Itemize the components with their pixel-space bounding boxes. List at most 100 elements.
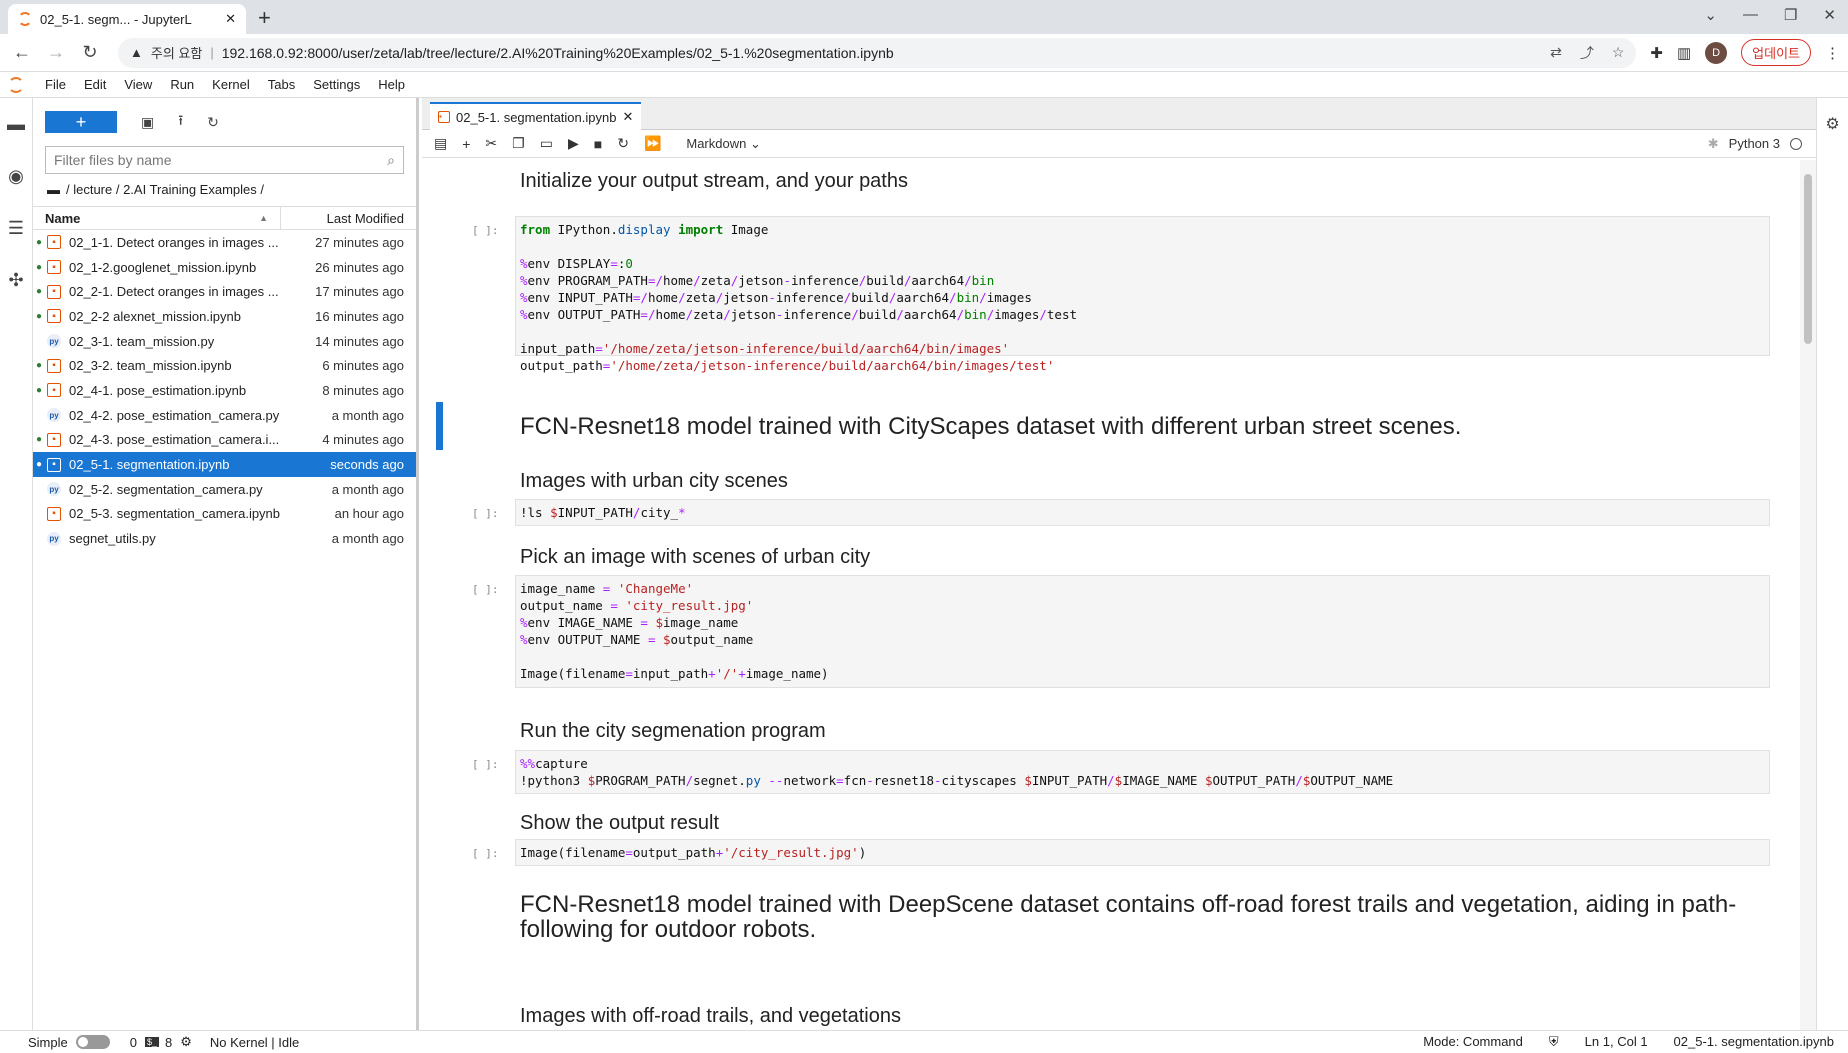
minimize-icon[interactable]: — xyxy=(1743,6,1758,24)
markdown-cell[interactable]: Pick an image with scenes of urban city xyxy=(520,546,870,569)
tab-search-icon[interactable]: ⌄ xyxy=(1704,6,1717,24)
maximize-icon[interactable]: ❐ xyxy=(1784,6,1797,24)
simple-mode-toggle[interactable] xyxy=(75,1035,110,1049)
menu-run[interactable]: Run xyxy=(161,77,203,92)
markdown-heading-cell[interactable]: FCN-Resnet18 model trained with CityScap… xyxy=(520,414,1461,439)
notebook-scrollbar[interactable] xyxy=(1800,160,1816,1030)
stop-icon[interactable]: ■ xyxy=(594,136,602,152)
security-label: 주의 요함 xyxy=(150,46,203,61)
markdown-cell[interactable]: Images with off-road trails, and vegetat… xyxy=(520,1005,901,1028)
share-icon[interactable]: ⤴ xyxy=(1580,43,1594,63)
add-cell-icon[interactable]: + xyxy=(462,136,470,152)
file-row[interactable]: ● ▪ 02_5-1. segmentation.ipynb seconds ago xyxy=(33,452,416,477)
address-bar[interactable]: ▲ 주의 요함 | 192.168.0.92:8000/user/zeta/la… xyxy=(118,37,1637,68)
file-row[interactable]: ● ▪ 02_2-1. Detect oranges in images ... 17… xyxy=(33,279,416,304)
cut-icon[interactable]: ✂ xyxy=(485,135,497,152)
cell-type-select[interactable]: Markdown ⌄ xyxy=(686,136,761,152)
menu-help[interactable]: Help xyxy=(369,77,414,92)
trust-shield-icon[interactable]: ⛨ xyxy=(1549,1034,1559,1050)
file-row[interactable]: ● ▪ 02_2-2 alexnet_mission.ipynb 16 minutes… xyxy=(33,304,416,329)
toc-icon[interactable]: ☰ xyxy=(0,202,32,254)
running-count-b[interactable]: 8 xyxy=(165,1035,172,1050)
code-cell[interactable]: %%capture !python3 $PROGRAM_PATH/segnet.… xyxy=(515,750,1770,794)
code-cell[interactable]: from IPython.display import Image %env D… xyxy=(515,216,1770,373)
close-window-icon[interactable]: ✕ xyxy=(1823,6,1836,24)
menu-file[interactable]: File xyxy=(36,77,75,92)
close-tab-icon[interactable]: ✕ xyxy=(622,109,633,125)
menu-kernel[interactable]: Kernel xyxy=(203,77,259,92)
file-row[interactable]: ● ▪ 02_4-1. pose_estimation.ipynb 8 minutes… xyxy=(33,378,416,403)
code-cell[interactable]: !ls $INPUT_PATH/city_* xyxy=(515,499,1770,526)
menu-tabs[interactable]: Tabs xyxy=(259,77,304,92)
markdown-cell[interactable]: Images with urban city scenes xyxy=(520,470,788,493)
python-file-icon: py xyxy=(47,408,61,423)
run-icon[interactable]: ▶ xyxy=(568,135,579,152)
fast-forward-icon[interactable]: ⏩ xyxy=(644,135,661,152)
markdown-cell[interactable]: Run the city segmenation program xyxy=(520,720,826,743)
markdown-cell[interactable]: Initialize your output stream, and your … xyxy=(520,170,908,193)
running-kernels-icon[interactable]: ◉ xyxy=(0,150,32,202)
markdown-cell[interactable]: Show the output result xyxy=(520,812,719,835)
file-row[interactable]: ▪ 02_5-3. segmentation_camera.ipynb an hou… xyxy=(33,502,416,527)
menu-settings[interactable]: Settings xyxy=(304,77,369,92)
notebook-cells[interactable]: Initialize your output stream, and your … xyxy=(422,160,1800,1030)
profile-avatar[interactable]: D xyxy=(1705,41,1728,64)
markdown-heading-cell[interactable]: FCN-Resnet18 model trained with DeepScen… xyxy=(520,892,1760,943)
extensions-icon[interactable]: ✚ xyxy=(1650,44,1663,62)
breadcrumb-path[interactable]: / lecture / 2.AI Training Examples / xyxy=(66,182,264,197)
file-row[interactable]: ● ▪ 02_4-3. pose_estimation_camera.i... 4 m… xyxy=(33,428,416,453)
restart-icon[interactable]: ↻ xyxy=(617,135,629,152)
new-tab-button[interactable]: + xyxy=(258,5,271,31)
reload-icon[interactable]: ↻ xyxy=(76,42,104,63)
new-folder-icon[interactable]: ▣ xyxy=(141,114,154,131)
extension-puzzle-icon[interactable]: ✣ xyxy=(0,254,32,306)
code-cell[interactable]: image_name = 'ChangeMe' output_name = 'c… xyxy=(515,575,1770,688)
browser-tab[interactable]: 02_5-1. segm... - JupyterL ✕ xyxy=(8,4,246,34)
menu-view[interactable]: View xyxy=(115,77,161,92)
cell-prompt: [ ]: xyxy=(472,847,499,860)
property-inspector-gear-icon[interactable]: ⚙ xyxy=(1817,114,1848,134)
folder-icon[interactable]: ▬ xyxy=(0,98,32,150)
left-activity-bar: ▬ ◉ ☰ ✣ xyxy=(0,98,33,1030)
file-row[interactable]: py 02_3-1. team_mission.py 14 minutes ago xyxy=(33,329,416,354)
running-count-a[interactable]: 0 xyxy=(130,1035,137,1050)
new-launcher-button[interactable]: + xyxy=(45,111,117,133)
browser-menu-icon[interactable]: ⋮ xyxy=(1825,44,1840,62)
file-row[interactable]: py 02_4-2. pose_estimation_camera.py a mon… xyxy=(33,403,416,428)
status-right: Mode: Command ⛨ Ln 1, Col 1 02_5-1. segm… xyxy=(1423,1034,1848,1050)
refresh-icon[interactable]: ↻ xyxy=(207,114,219,131)
folder-icon[interactable]: ▬ xyxy=(47,182,60,197)
file-modified: 16 minutes ago xyxy=(315,308,404,324)
code-cell[interactable]: Image(filename=output_path+'/city_result… xyxy=(515,839,1770,866)
translate-icon[interactable]: ⇄ xyxy=(1550,44,1562,61)
kernel-status[interactable]: No Kernel | Idle xyxy=(210,1035,299,1050)
url-text[interactable]: 192.168.0.92:8000/user/zeta/lab/tree/lec… xyxy=(222,45,1532,61)
kernel-indicator[interactable]: ✱ Python 3 xyxy=(1708,136,1816,152)
bug-icon[interactable]: ✱ xyxy=(1708,136,1719,152)
side-panel-icon[interactable]: ▥ xyxy=(1677,44,1691,62)
file-row[interactable]: ● ▪ 02_1-2.googlenet_mission.ipynb 26 minut… xyxy=(33,255,416,280)
menu-edit[interactable]: Edit xyxy=(75,77,115,92)
cursor-position[interactable]: Ln 1, Col 1 xyxy=(1585,1034,1648,1050)
update-button[interactable]: 업데이트 xyxy=(1741,39,1811,66)
upload-icon[interactable]: ⭱ xyxy=(178,110,183,134)
column-name-header[interactable]: Name ▲ xyxy=(33,207,281,229)
file-row[interactable]: py segnet_utils.py a month ago xyxy=(33,526,416,551)
paste-icon[interactable]: ▭ xyxy=(540,135,553,152)
notebook-tab[interactable]: ▪ 02_5-1. segmentation.ipynb ✕ xyxy=(430,102,642,130)
kernel-gear-icon: ⚙ xyxy=(180,1034,192,1049)
file-row[interactable]: py 02_5-2. segmentation_camera.py a month … xyxy=(33,477,416,502)
copy-icon[interactable]: ❐ xyxy=(512,135,525,152)
filter-input[interactable]: Filter files by name ⌕ xyxy=(45,146,404,174)
file-name: 02_1-1. Detect oranges in images ... xyxy=(69,234,279,250)
file-row[interactable]: ● ▪ 02_3-2. team_mission.ipynb 6 minutes ag… xyxy=(33,353,416,378)
file-row[interactable]: ● ▪ 02_1-1. Detect oranges in images ... 27… xyxy=(33,230,416,255)
scrollbar-thumb[interactable] xyxy=(1804,174,1812,344)
cell-prompt: [ ]: xyxy=(472,758,499,771)
column-modified-header[interactable]: Last Modified xyxy=(281,211,416,226)
back-icon[interactable]: ← xyxy=(8,42,36,63)
forward-icon[interactable]: → xyxy=(42,42,70,63)
close-tab-icon[interactable]: ✕ xyxy=(225,11,236,27)
bookmark-star-icon[interactable]: ☆ xyxy=(1612,44,1625,61)
save-icon[interactable]: ▤ xyxy=(434,135,447,152)
